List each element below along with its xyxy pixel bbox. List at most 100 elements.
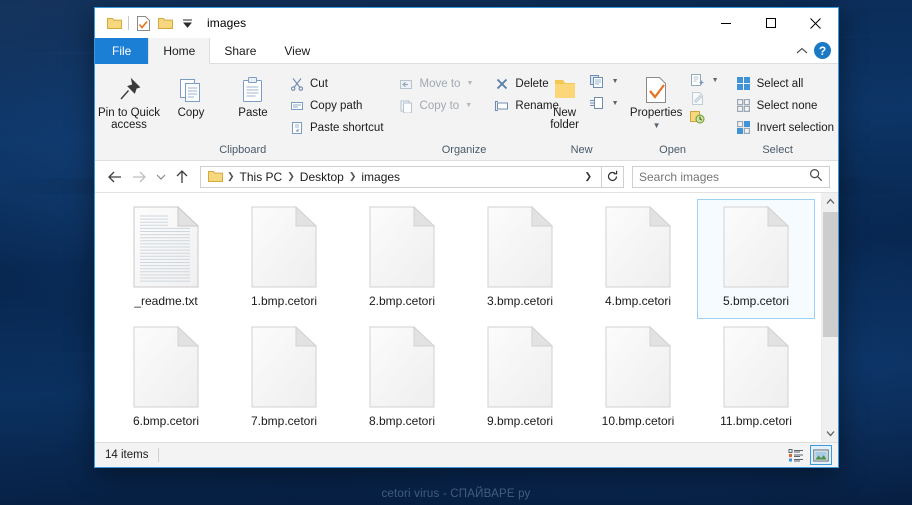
tab-home[interactable]: Home [148,38,211,64]
edit-icon [689,90,706,107]
file-item[interactable]: 9.bmp.cetori [461,319,579,439]
move-to-caret-icon[interactable]: ▼ [466,80,473,87]
new-item-button[interactable]: ▼ [585,71,623,92]
folder-icon[interactable] [103,12,125,34]
breadcrumb-separator: ❯ [287,171,295,181]
qat-separator [128,16,129,30]
paste-shortcut-button[interactable]: Paste shortcut [284,117,388,138]
easy-access-caret-icon[interactable]: ▼ [612,100,619,107]
recent-locations-icon[interactable] [151,165,170,189]
properties-button[interactable]: Properties ▼ [628,69,685,132]
file-grid[interactable]: _readme.txt 1.bmp.cetori 2.bmp.cetori 3.… [95,193,821,442]
file-item[interactable]: 3.bmp.cetori [461,199,579,319]
scrollbar-track[interactable] [822,210,839,425]
copy-path-button[interactable]: Copy path [284,95,388,116]
file-item[interactable]: 6.bmp.cetori [107,319,225,439]
properties-caret-icon[interactable]: ▼ [653,120,661,132]
view-mode-buttons [785,445,832,465]
file-list-area: _readme.txt 1.bmp.cetori 2.bmp.cetori 3.… [95,193,838,442]
status-bar: 14 items [95,442,838,467]
file-name-label: 5.bmp.cetori [722,294,790,308]
easy-access-button[interactable]: ▼ [585,93,623,114]
generic-file-icon [251,205,318,288]
file-item[interactable]: 8.bmp.cetori [343,319,461,439]
move-to-button[interactable]: Move to ▼ [394,73,478,94]
scroll-down-arrow-icon[interactable] [822,425,839,442]
file-item[interactable]: 7.bmp.cetori [225,319,343,439]
select-none-label: Select none [756,99,818,112]
scrollbar-thumb[interactable] [822,212,838,337]
file-name-label: 10.bmp.cetori [601,414,675,428]
quick-access-toolbar [95,8,198,38]
file-item[interactable]: 11.bmp.cetori [697,319,815,439]
new-folder-icon[interactable] [154,12,176,34]
history-icon [689,108,706,125]
chevron-down-icon[interactable]: ❯ [579,171,597,182]
file-item[interactable]: 5.bmp.cetori [697,199,815,319]
properties-icon [643,73,669,107]
new-folder-button[interactable]: New folder [545,69,585,131]
file-item[interactable]: 1.bmp.cetori [225,199,343,319]
caption-buttons [703,8,838,38]
pin-to-quick-access-button[interactable]: Pin to Quick access [98,69,160,131]
breadcrumb-item-images[interactable]: images [357,170,404,184]
select-commands: Select all Select none Invert selection [731,69,838,138]
generic-file-icon [723,325,790,408]
details-view-icon[interactable] [785,445,807,465]
breadcrumb-item-this-pc[interactable]: This PC [236,170,287,184]
scroll-up-arrow-icon[interactable] [822,193,839,210]
tab-file[interactable]: File [95,38,149,64]
history-button[interactable] [685,107,723,125]
organize-col-1: Move to ▼ Copy to ▼ [394,69,478,116]
copy-to-caret-icon[interactable]: ▼ [465,102,472,109]
tab-share[interactable]: Share [210,38,270,64]
copy-to-button[interactable]: Copy to ▼ [394,95,478,116]
collapse-ribbon-icon[interactable] [796,42,808,60]
breadcrumb[interactable]: ❯ This PC ❯ Desktop ❯ images ❯ [200,165,602,188]
vertical-scrollbar[interactable] [821,193,838,442]
close-icon[interactable] [793,8,838,38]
file-item[interactable]: 4.bmp.cetori [579,199,697,319]
file-item[interactable]: 10.bmp.cetori [579,319,697,439]
customize-dropdown-icon[interactable] [176,12,198,34]
easy-access-icon [589,95,606,112]
tab-view[interactable]: View [270,38,324,64]
invert-selection-button[interactable]: Invert selection [731,117,838,138]
edit-button[interactable] [685,89,723,107]
refresh-icon[interactable] [602,165,624,188]
new-item-caret-icon[interactable]: ▼ [612,78,619,85]
ribbon-group-clipboard: Pin to Quick access Copy Paste Cut Copy … [98,64,388,160]
search-icon[interactable] [809,168,823,185]
file-name-label: 1.bmp.cetori [250,294,318,308]
select-all-button[interactable]: Select all [731,73,838,94]
copy-label: Copy [177,107,205,119]
copy-button[interactable]: Copy [160,69,222,119]
file-explorer-window: images File Home Share View ? Pin to Qui… [94,7,839,468]
back-arrow-icon[interactable] [103,165,127,189]
large-icons-view-icon[interactable] [810,445,832,465]
help-icon[interactable]: ? [814,42,831,59]
breadcrumb-item-desktop[interactable]: Desktop [296,170,348,184]
scissors-icon [288,75,305,92]
open-with-caret-icon[interactable]: ▼ [712,77,719,84]
move-to-icon [398,75,415,92]
forward-arrow-icon[interactable] [127,165,151,189]
ribbon-group-open: Properties ▼ ▼ Open [623,64,723,160]
file-name-label: 9.bmp.cetori [486,414,554,428]
new-folder-icon [550,73,580,107]
file-item[interactable]: _readme.txt [107,199,225,319]
generic-file-icon [369,205,436,288]
minimize-icon[interactable] [703,8,748,38]
properties-icon[interactable] [132,12,154,34]
maximize-icon[interactable] [748,8,793,38]
search-placeholder: Search images [639,169,720,184]
cut-button[interactable]: Cut [284,73,388,94]
paste-label: Paste [238,107,268,119]
up-arrow-icon[interactable] [170,165,194,189]
rename-icon [493,97,510,114]
file-item[interactable]: 2.bmp.cetori [343,199,461,319]
open-with-button[interactable]: ▼ [685,71,723,89]
search-input[interactable]: Search images [632,165,830,188]
select-none-button[interactable]: Select none [731,95,838,116]
paste-button[interactable]: Paste [222,69,284,119]
